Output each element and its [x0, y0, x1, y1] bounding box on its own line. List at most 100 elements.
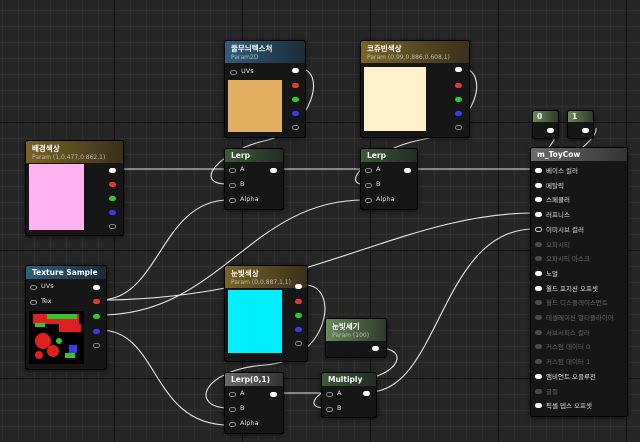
- param2d-out-red[interactable]: [292, 83, 299, 88]
- param-bg-out-red[interactable]: [109, 182, 116, 187]
- lerp1-header: Lerp: [225, 149, 283, 162]
- const1-node[interactable]: 1: [567, 110, 594, 139]
- material-input-pin-2[interactable]: [535, 197, 542, 203]
- param-bg-out-alpha[interactable]: [109, 224, 116, 229]
- material-input-pin-16[interactable]: [535, 403, 542, 409]
- material-input-label: 노멀: [546, 269, 558, 278]
- const0-header: 0: [533, 111, 558, 122]
- wire-mult-to-emissive: [368, 228, 535, 393]
- texsample-tex-pin[interactable]: [30, 300, 37, 305]
- material-input-pin-13[interactable]: [535, 359, 542, 365]
- lerp1-node[interactable]: Lerp A B Alpha: [224, 148, 284, 210]
- lerp1-alpha-label: Alpha: [240, 195, 259, 203]
- param-bg-out-blue[interactable]: [109, 210, 116, 215]
- lerp2-out[interactable]: [404, 168, 411, 173]
- const0-out[interactable]: [547, 128, 554, 133]
- param-strength-node[interactable]: 눈빛세기 Param (100): [325, 318, 387, 358]
- material-input-pin-0[interactable]: [535, 168, 542, 173]
- lerp3-out[interactable]: [270, 392, 277, 397]
- lerp1-alpha-pin[interactable]: [229, 198, 236, 203]
- param-cream-out-blue[interactable]: [455, 111, 462, 116]
- lerp2-header: Lerp: [361, 149, 417, 162]
- texsample-out-white[interactable]: [93, 285, 100, 290]
- material-input-pin-6[interactable]: [535, 256, 542, 262]
- multiply-out[interactable]: [363, 391, 370, 396]
- lerp1-a-pin[interactable]: [229, 168, 236, 173]
- param-bg-node[interactable]: 배경색상 Param (1,0.477,0.862,1): [25, 140, 124, 236]
- lerp3-a-pin[interactable]: [229, 392, 236, 397]
- multiply-node[interactable]: Multiply A B: [321, 372, 377, 418]
- material-input-label: 오파시티 마스크: [546, 255, 590, 264]
- const1-out[interactable]: [582, 128, 589, 133]
- texsample-uvs-pin[interactable]: [30, 285, 37, 290]
- material-graph-canvas[interactable]: 줄무늬텍스처 Param2D UVs 코쥬빈색상 Param (0.99,0.8…: [0, 0, 640, 442]
- param-cream-out-alpha[interactable]: [455, 125, 462, 130]
- lerp3-title: Lerp(0,1): [231, 375, 271, 384]
- texsample-out-alpha[interactable]: [93, 343, 100, 348]
- lerp3-alpha-pin[interactable]: [229, 422, 236, 427]
- param2d-out-green[interactable]: [292, 97, 299, 102]
- param-cream-out-green[interactable]: [455, 97, 462, 102]
- param2d-out-white[interactable]: [292, 68, 299, 73]
- texsample-out-blue[interactable]: [93, 329, 100, 334]
- param2d-node[interactable]: 줄무늬텍스처 Param2D UVs: [224, 40, 306, 138]
- param2d-uvs-pin[interactable]: [230, 70, 237, 75]
- const1-title: 1: [572, 112, 578, 121]
- material-input-label: 테셀레이션 멀티플라이어: [546, 314, 614, 322]
- material-input-label: 이미시브 컬러: [546, 225, 584, 234]
- param-eye-out-red[interactable]: [295, 299, 302, 304]
- param-eye-subtitle: Param (0,0.887,1,1): [231, 279, 291, 286]
- texsample-tex-label: Tex: [41, 297, 52, 305]
- multiply-title: Multiply: [328, 375, 363, 384]
- param2d-out-blue[interactable]: [292, 111, 299, 116]
- lerp1-out[interactable]: [270, 168, 277, 173]
- param-bg-out-white[interactable]: [109, 168, 116, 173]
- multiply-b-pin[interactable]: [326, 407, 333, 412]
- const0-node[interactable]: 0: [532, 110, 559, 139]
- material-input-pin-1[interactable]: [535, 182, 542, 188]
- material-input-pin-15[interactable]: [535, 388, 542, 394]
- material-input-pin-9[interactable]: [535, 300, 542, 306]
- material-input-pin-4[interactable]: [535, 226, 542, 232]
- material-title: m_ToyCow: [537, 150, 581, 159]
- param-eye-out-blue[interactable]: [295, 327, 302, 332]
- param-cream-out-white[interactable]: [455, 67, 462, 72]
- lerp1-b-pin[interactable]: [229, 183, 236, 188]
- param-eye-node[interactable]: 눈빛색상 Param (0,0.887,1,1): [224, 265, 308, 362]
- lerp2-a-pin[interactable]: [365, 168, 372, 173]
- material-input-pin-12[interactable]: [535, 344, 542, 350]
- param-bg-out-green[interactable]: [109, 196, 116, 201]
- material-input-label: 월드 포지션 오프셋: [546, 284, 598, 293]
- param-strength-out[interactable]: [372, 346, 379, 351]
- material-input-pin-11[interactable]: [535, 329, 542, 335]
- lerp2-node[interactable]: Lerp A B Alpha: [360, 148, 418, 210]
- material-input-label: 오파시티: [546, 240, 570, 249]
- lerp3-node[interactable]: Lerp(0,1) A B Alpha: [224, 372, 284, 434]
- material-result-node[interactable]: m_ToyCow 베이스 컬러 메탈릭 스페큘러 러프니스 이미시브 컬러 오파시티 오파시…: [530, 147, 628, 417]
- material-input-label: 커스텀 데이터 1: [546, 358, 591, 367]
- param-eye-out-alpha[interactable]: [295, 341, 302, 346]
- material-input-label: 앰비언트 오클루전: [546, 372, 596, 381]
- wire-tex-to-roughness: [99, 212, 535, 301]
- material-input-pin-7[interactable]: [535, 270, 542, 276]
- texsample-uvs-label: UVs: [41, 282, 54, 290]
- param-eye-out-white[interactable]: [295, 284, 302, 289]
- param-eye-out-green[interactable]: [295, 313, 302, 318]
- texsample-preview: [29, 311, 84, 364]
- lerp1-b-label: B: [240, 180, 245, 188]
- lerp2-alpha-pin[interactable]: [365, 198, 372, 203]
- texsample-out-red[interactable]: [93, 299, 100, 304]
- texture-sample-node[interactable]: Texture Sample UVs Tex: [25, 265, 107, 370]
- material-input-pin-8[interactable]: [535, 285, 542, 291]
- material-input-pin-10[interactable]: [535, 315, 542, 320]
- lerp2-b-pin[interactable]: [365, 183, 372, 188]
- multiply-a-pin[interactable]: [326, 392, 333, 397]
- lerp3-b-pin[interactable]: [229, 407, 236, 412]
- material-input-pin-3[interactable]: [535, 212, 542, 218]
- material-input-pin-5[interactable]: [535, 241, 542, 247]
- param-cream-node[interactable]: 코쥬빈색상 Param (0.99,0.886,0.608,1): [360, 40, 470, 138]
- param2d-out-alpha[interactable]: [292, 125, 299, 130]
- param-cream-out-red[interactable]: [455, 83, 462, 88]
- material-input-pin-14[interactable]: [535, 373, 542, 379]
- texsample-out-green[interactable]: [93, 314, 100, 319]
